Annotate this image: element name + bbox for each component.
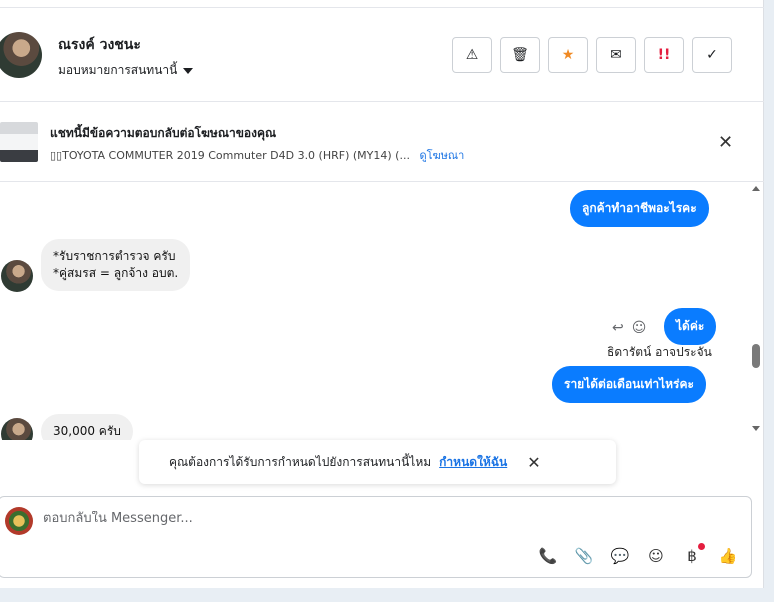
view-ad-link[interactable]: ดูโฆษณา	[419, 149, 464, 162]
star-icon: ★	[561, 47, 575, 63]
assign-prompt-toast: คุณต้องการได้รับการกำหนดไปยังการสนทนานี้…	[139, 440, 616, 484]
outgoing-message[interactable]: ลูกค้าทำอาชีพอะไรคะ	[570, 190, 709, 227]
mark-done-button[interactable]: ✓	[692, 37, 732, 73]
contact-avatar[interactable]	[0, 32, 42, 78]
conversation-header: ณรงค์ วงชนะ มอบหมายการสนทนานี้ ⚠ 🗑 ★ ✉ !…	[0, 8, 764, 102]
scroll-down-icon[interactable]	[752, 426, 760, 431]
reply-input[interactable]	[43, 511, 643, 526]
close-icon[interactable]: ✕	[527, 453, 540, 472]
conversation-panel: ณรงค์ วงชนะ มอบหมายการสนทนานี้ ⚠ 🗑 ★ ✉ !…	[0, 0, 764, 588]
assign-conversation-dropdown[interactable]: มอบหมายการสนทนานี้	[58, 61, 194, 80]
call-icon[interactable]: 📞	[537, 545, 559, 567]
contact-avatar-small	[1, 260, 33, 292]
reply-icon[interactable]: ↩	[612, 320, 624, 336]
incoming-message[interactable]: *รับราชการตำรวจ ครับ *คู่สมรส = ลูกจ้าง …	[41, 239, 191, 291]
caret-down-icon	[183, 67, 194, 74]
reply-composer: 📞 📎 💬 ☺ ฿ 👍	[0, 496, 752, 578]
ad-banner-title: แชทนี้มีข้อความตอบกลับต่อโฆษณาของคุณ	[50, 126, 277, 140]
ad-reply-banner: แชทนี้มีข้อความตอบกลับต่อโฆษณาของคุณ ▯▯T…	[0, 102, 764, 182]
toast-text: คุณต้องการได้รับการกำหนดไปยังการสนทนานี้…	[169, 454, 432, 469]
header-actions: ⚠ 🗑 ★ ✉ !! ✓	[452, 37, 732, 73]
exclamation-icon: !!	[657, 47, 671, 63]
close-icon[interactable]: ✕	[718, 132, 733, 153]
attachment-icon[interactable]: 📎	[573, 545, 595, 567]
outgoing-message[interactable]: รายได้ต่อเดือนเท่าไหร่คะ	[552, 366, 706, 403]
notification-dot	[698, 543, 705, 550]
contact-avatar-small	[1, 418, 33, 440]
ad-thumbnail	[0, 122, 38, 162]
composer-tools: 📞 📎 💬 ☺ ฿ 👍	[537, 543, 739, 567]
message-scrollbar[interactable]	[750, 182, 762, 438]
ad-banner-subtitle: ▯▯TOYOTA COMMUTER 2019 Commuter D4D 3.0 …	[50, 146, 464, 164]
incoming-message[interactable]: 30,000 ครับ	[41, 414, 133, 440]
react-icon[interactable]: ☺	[632, 320, 647, 336]
follow-up-button[interactable]: !!	[644, 37, 684, 73]
message-tools: ↩ ☺	[612, 320, 646, 336]
page-avatar	[5, 507, 33, 535]
star-button[interactable]: ★	[548, 37, 588, 73]
saved-replies-icon[interactable]: 💬	[609, 545, 631, 567]
contact-name[interactable]: ณรงค์ วงชนะ	[58, 34, 141, 56]
scroll-up-icon[interactable]	[752, 186, 760, 191]
scroll-thumb[interactable]	[752, 344, 760, 368]
delete-button[interactable]: 🗑	[500, 37, 540, 73]
warning-icon: ⚠	[465, 47, 479, 63]
mail-icon: ✉	[610, 47, 622, 63]
like-icon[interactable]: 👍	[717, 545, 739, 567]
baht-icon: ฿	[687, 547, 697, 565]
outgoing-message[interactable]: ได้ค่ะ	[664, 308, 717, 345]
sender-name: ธิดารัตน์ อาจประจัน	[607, 345, 712, 359]
ad-description: ▯▯TOYOTA COMMUTER 2019 Commuter D4D 3.0 …	[50, 149, 410, 162]
payment-icon[interactable]: ฿	[681, 543, 705, 567]
emoji-icon[interactable]: ☺	[645, 545, 667, 567]
spam-button[interactable]: ⚠	[452, 37, 492, 73]
assign-label: มอบหมายการสนทนานี้	[58, 63, 178, 77]
assign-to-me-link[interactable]: กำหนดให้ฉัน	[439, 453, 507, 472]
trash-icon: 🗑	[511, 47, 529, 63]
mark-unread-button[interactable]: ✉	[596, 37, 636, 73]
message-list: ลูกค้าทำอาชีพอะไรคะ *รับราชการตำรวจ ครับ…	[0, 182, 764, 440]
check-icon: ✓	[706, 47, 718, 63]
